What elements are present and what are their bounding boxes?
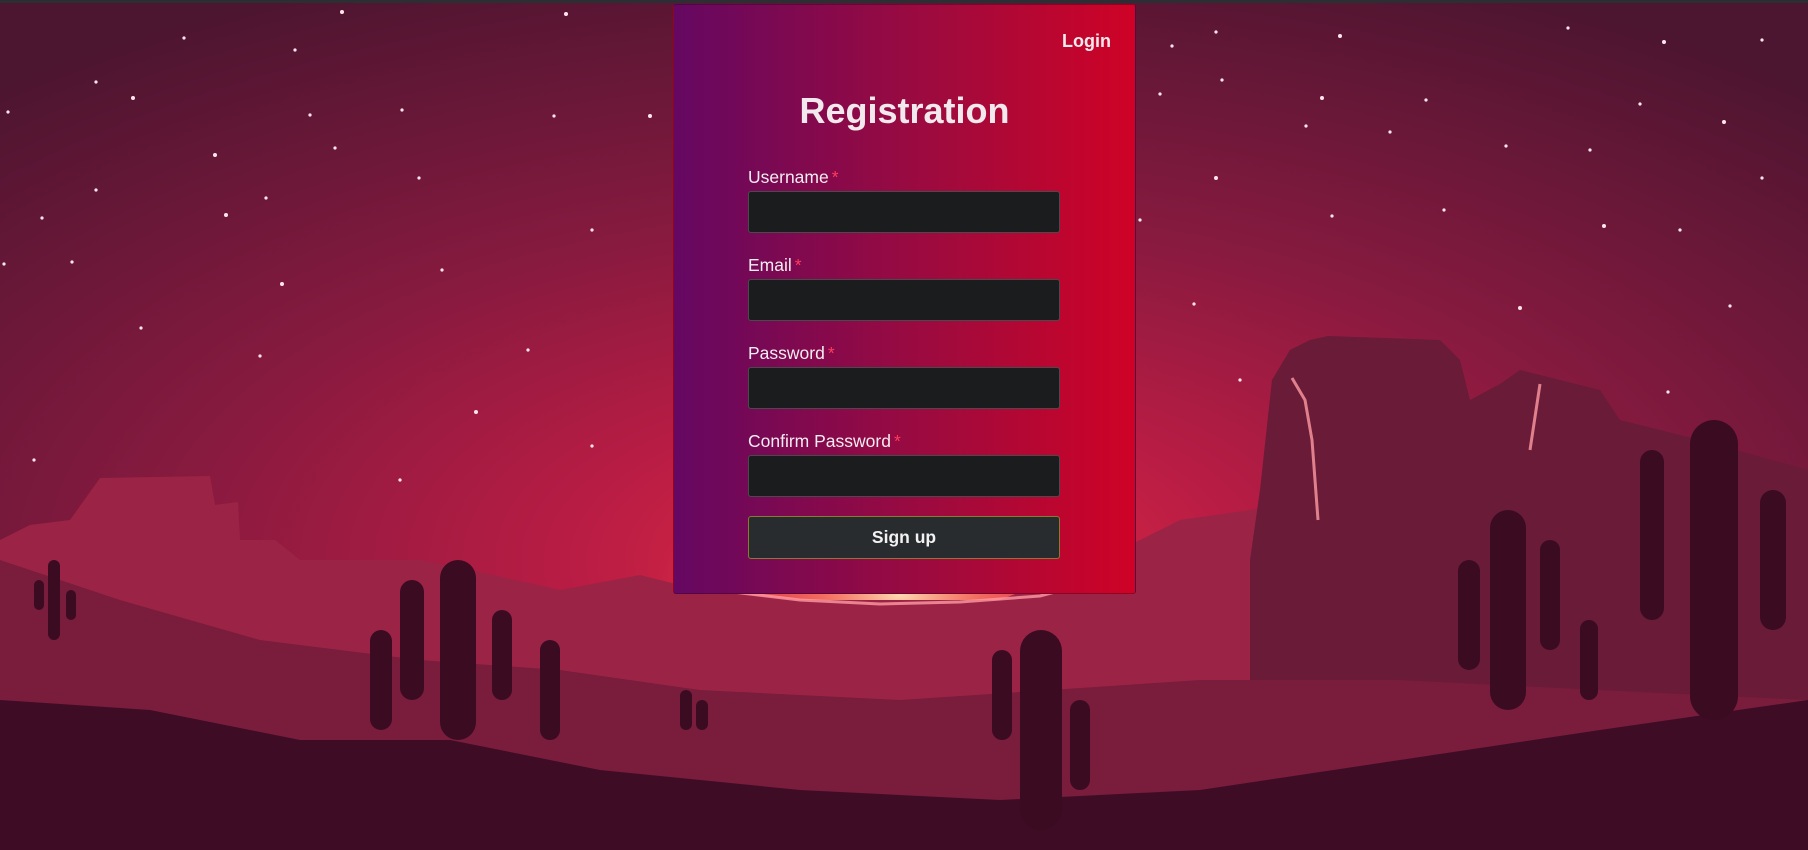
email-input[interactable] xyxy=(748,279,1060,321)
password-field-group: Password * xyxy=(748,342,1060,409)
confirm-password-label-text: Confirm Password xyxy=(748,431,891,451)
required-marker: * xyxy=(794,255,802,275)
username-field-group: Username * xyxy=(748,166,1060,233)
required-marker: * xyxy=(827,343,835,363)
registration-form: Username * Email * Password * Confirm Passw… xyxy=(748,166,1060,559)
registration-card: Login Registration Username * Email * Pass… xyxy=(673,4,1136,594)
username-input[interactable] xyxy=(748,191,1060,233)
required-marker: * xyxy=(831,167,839,187)
confirm-password-field-group: Confirm Password * xyxy=(748,430,1060,497)
email-field-group: Email * xyxy=(748,254,1060,321)
email-label-text: Email xyxy=(748,255,792,275)
sign-up-button[interactable]: Sign up xyxy=(748,516,1060,559)
password-input[interactable] xyxy=(748,367,1060,409)
window-top-bar xyxy=(0,0,1808,3)
page: Login Registration Username * Email * Pass… xyxy=(0,0,1808,850)
username-label-text: Username xyxy=(748,167,829,187)
password-label-text: Password xyxy=(748,343,825,363)
confirm-password-label: Confirm Password * xyxy=(748,430,1060,453)
login-link[interactable]: Login xyxy=(1062,31,1111,52)
page-title: Registration xyxy=(799,90,1010,131)
required-marker: * xyxy=(893,431,901,451)
username-label: Username * xyxy=(748,166,1060,189)
password-label: Password * xyxy=(748,342,1060,365)
email-label: Email * xyxy=(748,254,1060,277)
confirm-password-input[interactable] xyxy=(748,455,1060,497)
